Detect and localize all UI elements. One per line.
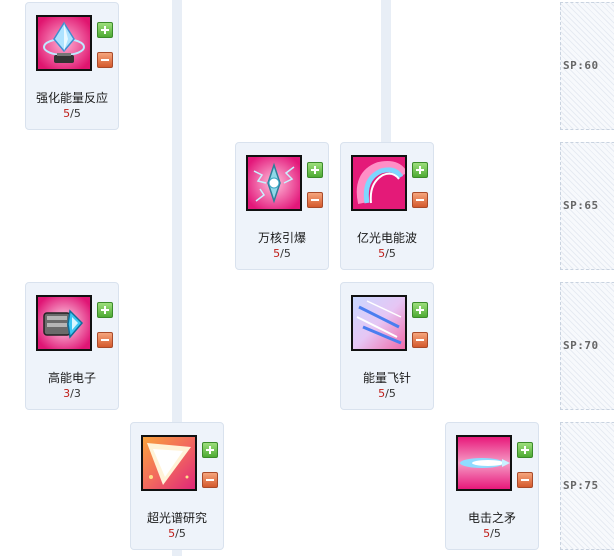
increase-skill-button[interactable] (412, 162, 428, 178)
sp-tier-70: SP:70 (560, 282, 614, 410)
increase-skill-button[interactable] (412, 302, 428, 318)
decrease-skill-button[interactable] (412, 192, 428, 208)
skill-name: 万核引爆 (257, 231, 306, 245)
electric-wave-icon[interactable] (351, 155, 407, 211)
sp-tier-label: SP:65 (563, 199, 599, 212)
skill-name: 超光谱研究 (146, 511, 207, 525)
decrease-skill-button[interactable] (97, 332, 113, 348)
sp-tier-label: SP:75 (563, 479, 599, 492)
skill-level: 5/5 (341, 387, 433, 400)
nuclear-detonation-icon[interactable] (246, 155, 302, 211)
increase-skill-button[interactable] (97, 302, 113, 318)
skill-card-feizhen: 能量飞针 5/5 (340, 282, 434, 410)
skill-card-yiguang: 亿光电能波 5/5 (340, 142, 434, 270)
increase-skill-button[interactable] (97, 22, 113, 38)
electric-spear-icon[interactable] (456, 435, 512, 491)
energy-crystal-icon[interactable] (36, 15, 92, 71)
energy-gauntlet-icon[interactable] (36, 295, 92, 351)
skill-level-max: 5 (493, 527, 501, 540)
skill-name: 亿光电能波 (356, 231, 417, 245)
skill-level: 5/5 (26, 107, 118, 120)
skill-level-max: 5 (388, 387, 396, 400)
decrease-skill-button[interactable] (202, 472, 218, 488)
skill-level-max: 5 (283, 247, 291, 260)
skill-level-max: 5 (388, 247, 396, 260)
skill-name: 电击之矛 (467, 511, 516, 525)
skill-tree-connector (172, 0, 182, 422)
skill-level-max: 5 (73, 107, 81, 120)
skill-card-chaoguang: 超光谱研究 5/5 (130, 422, 224, 550)
sp-tier-label: SP:60 (563, 59, 599, 72)
skill-name: 高能电子 (47, 371, 96, 385)
skill-level: 5/5 (341, 247, 433, 260)
skill-level-max: 3 (73, 387, 81, 400)
decrease-skill-button[interactable] (517, 472, 533, 488)
skill-level-max: 5 (178, 527, 186, 540)
skill-card-gaoneng: 高能电子 3/3 (25, 282, 119, 410)
increase-skill-button[interactable] (517, 442, 533, 458)
skill-card-qianghua: 强化能量反应 5/5 (25, 2, 119, 130)
skill-level: 5/5 (236, 247, 328, 260)
decrease-skill-button[interactable] (412, 332, 428, 348)
skill-name: 强化能量反应 (35, 91, 108, 105)
skill-card-wanhe: 万核引爆 5/5 (235, 142, 329, 270)
skill-card-dianji: 电击之矛 5/5 (445, 422, 539, 550)
skill-tree-connector (172, 550, 182, 556)
skill-tree-connector (381, 0, 391, 142)
energy-needles-icon[interactable] (351, 295, 407, 351)
skill-name: 能量飞针 (362, 371, 411, 385)
light-beam-icon[interactable] (141, 435, 197, 491)
skill-level: 3/3 (26, 387, 118, 400)
skill-level: 5/5 (446, 527, 538, 540)
sp-tier-label: SP:70 (563, 339, 599, 352)
increase-skill-button[interactable] (307, 162, 323, 178)
decrease-skill-button[interactable] (97, 52, 113, 68)
sp-tier-75: SP:75 (560, 422, 614, 550)
sp-tier-60: SP:60 (560, 2, 614, 130)
increase-skill-button[interactable] (202, 442, 218, 458)
skill-level: 5/5 (131, 527, 223, 540)
decrease-skill-button[interactable] (307, 192, 323, 208)
sp-tier-65: SP:65 (560, 142, 614, 270)
